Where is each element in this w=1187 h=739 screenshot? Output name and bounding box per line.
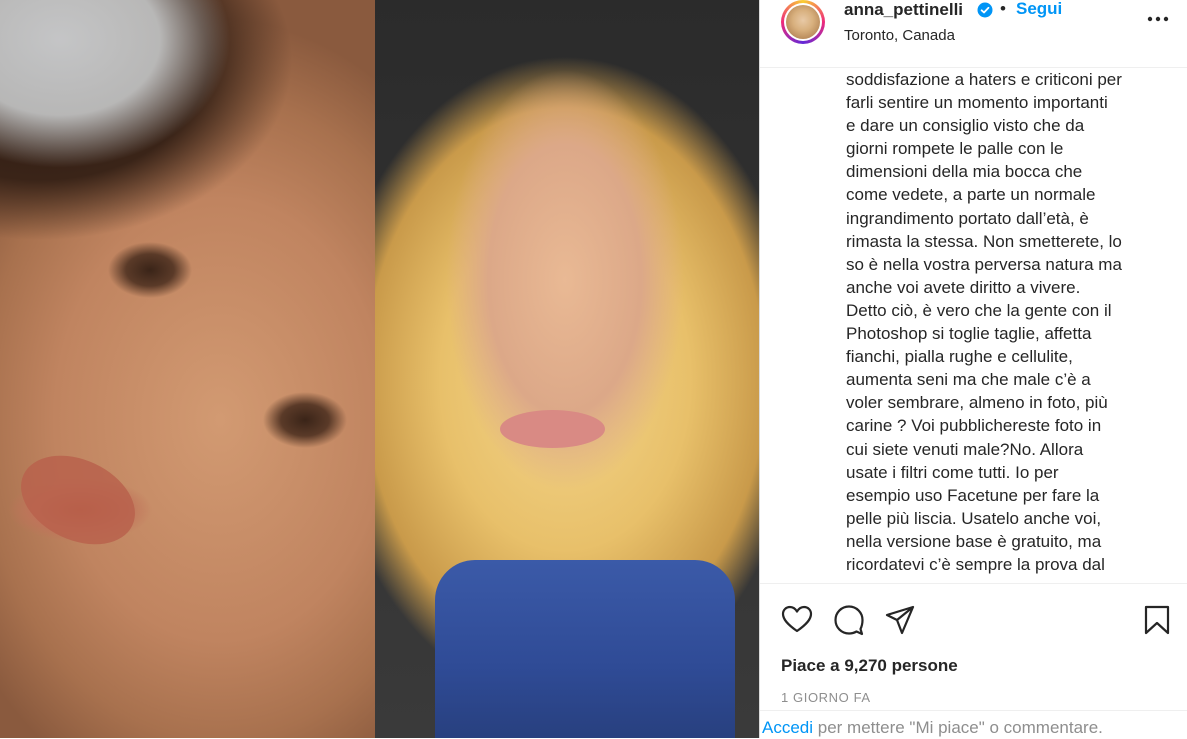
caption-line: voler sembrare, almeno in foto, più — [846, 393, 1108, 413]
actions-divider — [760, 583, 1187, 585]
login-prompt-text: per mettere "Mi piace" o commentare. — [813, 718, 1103, 737]
login-link[interactable]: Accedi — [762, 718, 813, 737]
bookmark-icon[interactable] — [1141, 604, 1173, 636]
heart-icon[interactable] — [781, 604, 813, 636]
caption-line: ricordatevi c’è sempre la prova dal — [846, 554, 1105, 574]
caption-line: cui siete venuti male?No. Allora — [846, 439, 1084, 459]
login-prompt: Accedi per mettere "Mi piace" o commenta… — [760, 710, 1187, 739]
more-options-icon[interactable] — [1143, 9, 1173, 29]
caption-line: come vedete, a parte un normale — [846, 185, 1096, 205]
caption-line: rimasta la stessa. Non smetterete, lo — [846, 231, 1122, 251]
location-link[interactable]: Toronto, Canada — [844, 27, 955, 44]
caption-line: soddisfazione a haters e criticoni per — [846, 70, 1122, 89]
post-photo[interactable] — [0, 0, 759, 738]
follow-button[interactable]: Segui — [1016, 0, 1062, 19]
caption-line: fianchi, pialla rughe e cellulite, — [846, 347, 1073, 367]
caption-line: e dare un consiglio visto che da — [846, 116, 1085, 136]
caption-line: Photoshop si toglie taglie, affetta — [846, 324, 1092, 344]
caption-line: giorni rompete le palle con le — [846, 139, 1064, 159]
caption-line: so è nella vostra perversa natura ma — [846, 254, 1122, 274]
post-time[interactable]: 1 GIORNO FA — [781, 690, 871, 705]
photo-right-recent — [375, 0, 759, 738]
avatar[interactable] — [781, 0, 825, 44]
caption-line: anche voi avete diritto a vivere. — [846, 277, 1081, 297]
separator-dot: • — [1000, 0, 1006, 18]
photo-left-old — [0, 0, 375, 738]
post-caption: soddisfazione a haters e criticoni per fa… — [846, 68, 1168, 582]
caption-line: farli sentire un momento importanti — [846, 93, 1108, 113]
post-header: anna_pettinelli • Segui Toronto, Canada — [760, 0, 1187, 68]
caption-line: dimensioni della mia bocca che — [846, 162, 1083, 182]
caption-line: usate i filtri come tutti. Io per — [846, 462, 1059, 482]
caption-line: nella versione base è gratuito, ma — [846, 531, 1102, 551]
username-link[interactable]: anna_pettinelli — [844, 0, 963, 20]
post-side-panel: anna_pettinelli • Segui Toronto, Canada … — [759, 0, 1187, 738]
caption-line: pelle più liscia. Usatelo anche voi, — [846, 508, 1102, 528]
caption-line: ingrandimento portato dall’età, è — [846, 208, 1089, 228]
share-icon[interactable] — [884, 604, 916, 636]
verified-badge-icon — [977, 2, 993, 18]
caption-line: esempio uso Facetune per fare la — [846, 485, 1100, 505]
caption-line: carine ? Voi pubblichereste foto in — [846, 416, 1102, 436]
likes-count[interactable]: Piace a 9,270 persone — [781, 656, 958, 676]
caption-line: Detto ciò, è vero che la gente con il — [846, 300, 1112, 320]
comment-icon[interactable] — [833, 604, 865, 636]
caption-line: aumenta seni ma che male c’è a — [846, 370, 1091, 390]
